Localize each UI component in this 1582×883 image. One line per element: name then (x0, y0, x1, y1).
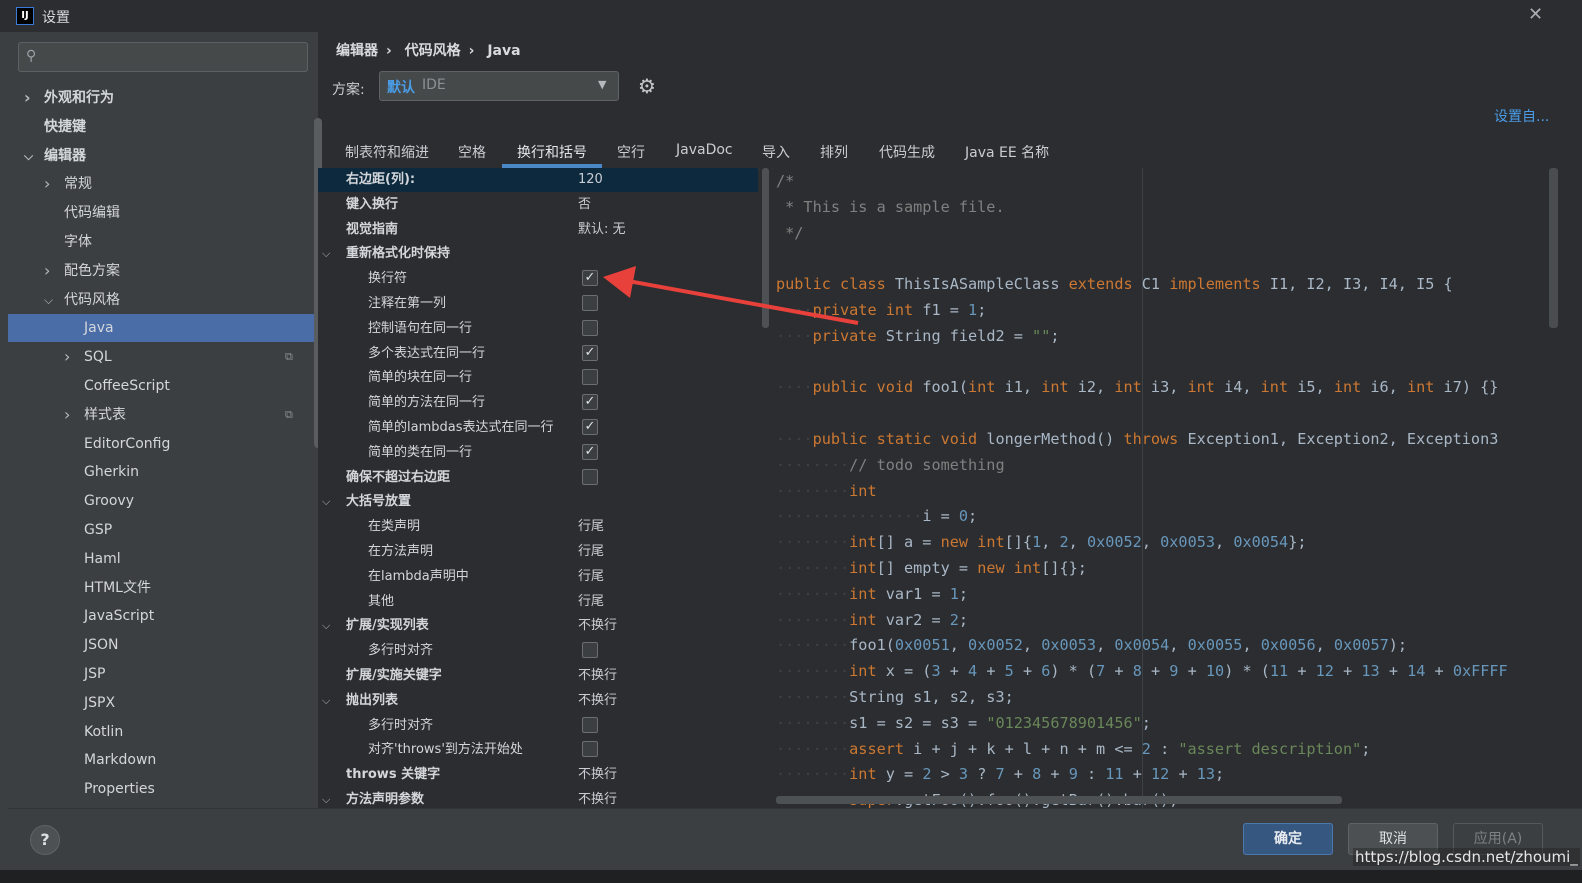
bottom-edge (0, 870, 1582, 883)
annotation-arrow (603, 266, 859, 325)
ok-button[interactable]: 确定 (1243, 823, 1333, 855)
annotation-arrow-head (603, 266, 636, 298)
watermark-text: https://blog.csdn.net/zhoumi_ (1353, 848, 1580, 866)
help-button[interactable]: ? (30, 825, 60, 855)
annotation-arrow-shaft (627, 279, 859, 325)
dialog-footer: ? 确定 取消 应用(A) (8, 808, 1582, 871)
settings-dialog: IJ 设置 ✕ ⚲ › 外观和行为 快捷键 ⌵ 编辑器 › 常规 代码编辑 字体 › 配色方案 ⌵ 代码… (0, 0, 1582, 883)
